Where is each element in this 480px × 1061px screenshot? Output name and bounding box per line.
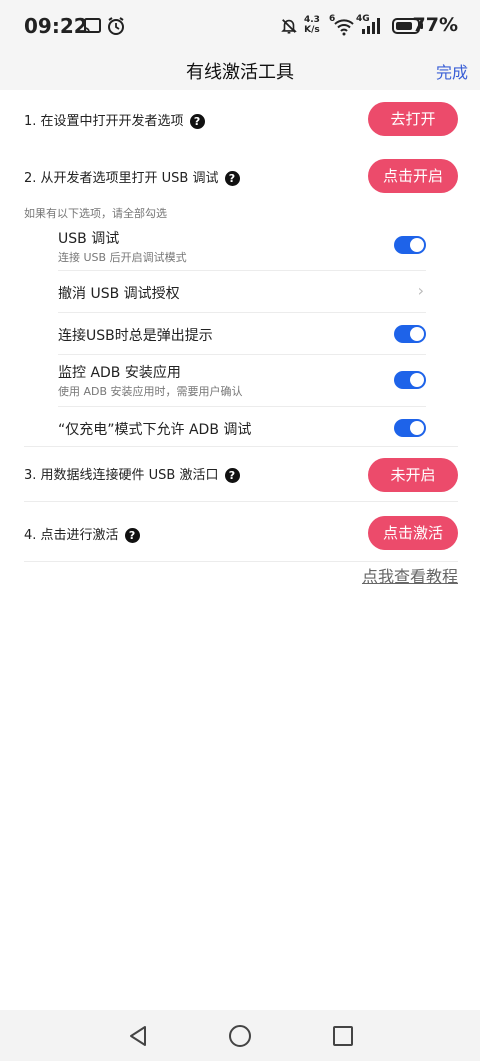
open-developer-options-button[interactable]: 去打开	[368, 102, 458, 136]
step-3-text: 3. 用数据线连接硬件 USB 激活口	[24, 468, 219, 483]
activate-button[interactable]: 点击激活	[368, 516, 458, 550]
option-title: 监控 ADB 安装应用	[58, 365, 181, 381]
option-subtitle: 使用 ADB 安装应用时，需要用户确认	[58, 385, 243, 398]
toggle-knob	[410, 373, 424, 387]
help-icon[interactable]: ?	[189, 114, 205, 129]
step-1: 1. 在设置中打开开发者选项? 去打开	[24, 102, 458, 136]
battery-percent: 77%	[412, 14, 458, 36]
option-title: 撤消 USB 调试授权	[58, 286, 180, 302]
step-4: 4. 点击进行激活? 点击激活	[24, 516, 458, 550]
alarm-icon	[108, 17, 124, 35]
usb-prompt-toggle[interactable]	[394, 325, 426, 343]
option-revoke-usb-auth[interactable]: 撤消 USB 调试授权 ›	[58, 271, 426, 312]
step-2: 2. 从开发者选项里打开 USB 调试? 点击开启	[24, 159, 458, 193]
done-button[interactable]: 完成	[436, 59, 468, 83]
toggle-knob	[410, 327, 424, 341]
options-hint: 如果有以下选项，请全部勾选	[24, 207, 167, 220]
step-1-label: 1. 在设置中打开开发者选项?	[24, 110, 205, 129]
divider	[24, 561, 458, 562]
speed-value: 4.3	[304, 15, 320, 25]
help-icon[interactable]: ?	[124, 528, 140, 543]
option-charge-only-adb[interactable]: “仅充电”模式下允许 ADB 调试	[58, 407, 426, 447]
status-bar: 09:22 4.3 K/s 6 4G 77%	[0, 0, 480, 52]
option-monitor-adb-install[interactable]: 监控 ADB 安装应用 使用 ADB 安装应用时，需要用户确认	[58, 362, 426, 406]
network-speed: 4.3 K/s	[304, 15, 320, 35]
nav-bar: 有线激活工具 完成	[0, 52, 480, 90]
recents-icon[interactable]	[331, 1024, 355, 1048]
divider	[24, 446, 458, 447]
step-2-text: 2. 从开发者选项里打开 USB 调试	[24, 171, 219, 186]
speed-unit: K/s	[304, 25, 320, 35]
option-usb-debug[interactable]: USB 调试 连接 USB 后开启调试模式	[58, 228, 426, 270]
wifi-icon	[334, 19, 354, 36]
enable-usb-debug-button[interactable]: 点击开启	[368, 159, 458, 193]
step-4-text: 4. 点击进行激活	[24, 528, 119, 543]
signal-icon	[362, 18, 380, 34]
status-time: 09:22	[24, 14, 88, 38]
step-2-label: 2. 从开发者选项里打开 USB 调试?	[24, 167, 240, 186]
option-title: 连接USB时总是弹出提示	[58, 328, 213, 344]
toggle-knob	[410, 421, 424, 435]
mute-bell-icon	[281, 19, 297, 34]
page-title: 有线激活工具	[186, 62, 294, 83]
divider	[24, 501, 458, 502]
cast-icon	[84, 18, 101, 33]
help-icon[interactable]: ?	[224, 171, 240, 186]
option-title: “仅充电”模式下允许 ADB 调试	[58, 422, 252, 438]
toggle-knob	[410, 238, 424, 252]
system-nav-bar	[0, 1010, 480, 1061]
usb-port-status-button[interactable]: 未开启	[368, 458, 458, 492]
option-subtitle: 连接 USB 后开启调试模式	[58, 251, 187, 264]
step-1-text: 1. 在设置中打开开发者选项	[24, 114, 184, 129]
divider	[58, 354, 426, 355]
option-title: USB 调试	[58, 231, 120, 247]
step-3: 3. 用数据线连接硬件 USB 激活口? 未开启	[24, 458, 458, 492]
tutorial-link[interactable]: 点我查看教程	[362, 563, 458, 587]
step-3-label: 3. 用数据线连接硬件 USB 激活口?	[24, 464, 240, 483]
home-icon[interactable]	[228, 1024, 252, 1048]
chevron-right-icon: ›	[417, 281, 424, 300]
help-icon[interactable]: ?	[224, 468, 240, 483]
option-usb-prompt[interactable]: 连接USB时总是弹出提示	[58, 313, 426, 354]
usb-debug-toggle[interactable]	[394, 236, 426, 254]
back-icon[interactable]	[126, 1024, 150, 1048]
step-4-label: 4. 点击进行激活?	[24, 524, 140, 543]
monitor-adb-toggle[interactable]	[394, 371, 426, 389]
charge-only-adb-toggle[interactable]	[394, 419, 426, 437]
